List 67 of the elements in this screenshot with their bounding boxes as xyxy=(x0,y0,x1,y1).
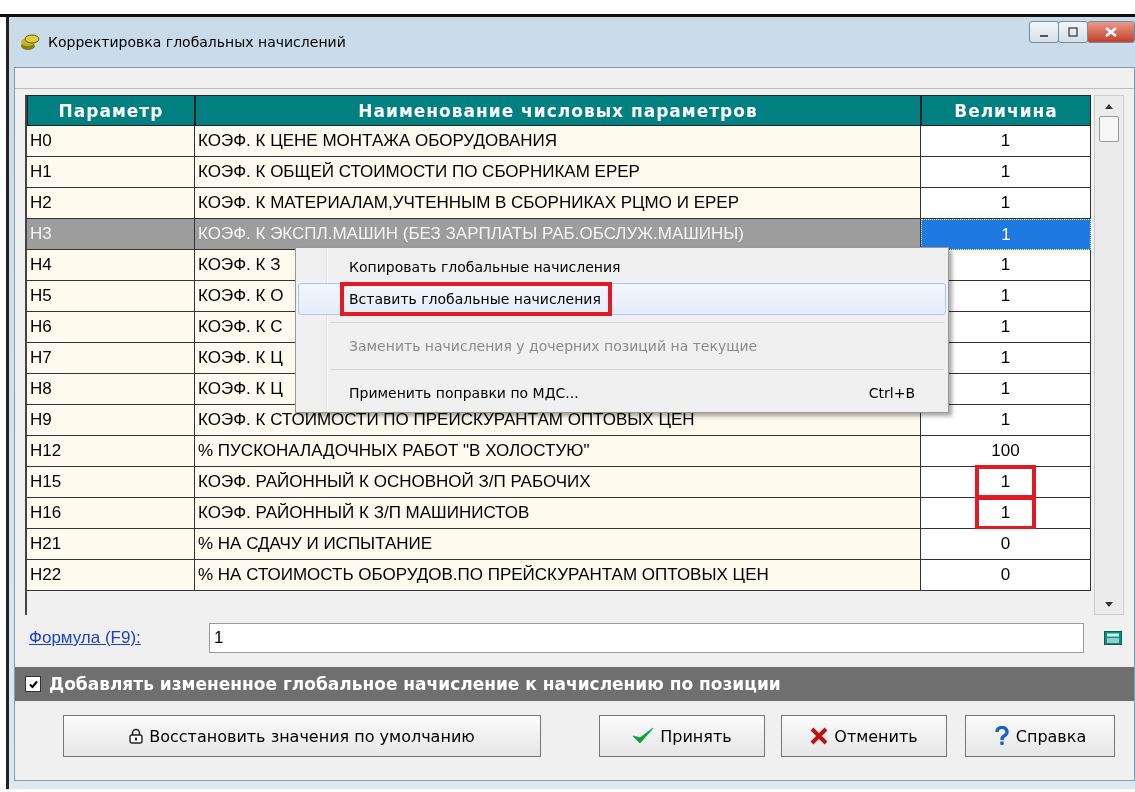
table-cell-value: 1 xyxy=(999,285,1012,307)
scrollbar-thumb[interactable] xyxy=(1099,116,1119,142)
question-mark-icon xyxy=(993,726,1010,746)
maximize-button[interactable] xyxy=(1058,21,1088,43)
table-cell: % НА СДАЧУ И ИСПЫТАНИЕ xyxy=(195,529,921,560)
cross-icon xyxy=(810,727,829,745)
table-cell: Н5 xyxy=(27,281,195,312)
table-cell: КОЭФ. РАЙОННЫЙ К ОСНОВНОЙ З/П РАБОЧИХ xyxy=(195,467,921,498)
column-header[interactable]: Величина xyxy=(921,95,1091,126)
up-arrow-icon[interactable] xyxy=(1105,103,1113,109)
close-icon xyxy=(1105,27,1117,37)
table-cell: Н22 xyxy=(27,560,195,591)
minimize-icon xyxy=(1040,35,1048,37)
restore-button[interactable]: Восстановить значения по умолчанию xyxy=(63,715,541,757)
menu-item[interactable]: Вставить глобальные начисления xyxy=(298,283,946,315)
table-cell-value: 100 xyxy=(990,440,1021,462)
table-cell-value: 1 xyxy=(978,500,1033,526)
column-header[interactable]: Параметр xyxy=(27,95,195,126)
calculator-icon[interactable] xyxy=(1104,631,1122,645)
maximize-icon xyxy=(1068,27,1078,37)
table-cell: Н1 xyxy=(27,157,195,188)
help-button[interactable]: Справка xyxy=(965,715,1115,757)
checkbox[interactable] xyxy=(25,676,41,692)
table-cell: КОЭФ. К МАТЕРИАЛАМ,УЧТЕННЫМ В СБОРНИКАХ РЦМО И ЕРЕР xyxy=(195,188,921,219)
table-cell: % ПУСКОНАЛАДОЧНЫХ РАБОТ "В ХОЛОСТУЮ" xyxy=(195,436,921,467)
close-button[interactable] xyxy=(1087,21,1135,43)
padlock-icon xyxy=(129,728,144,744)
table-cell: Н15 xyxy=(27,467,195,498)
table-cell-value: 1 xyxy=(999,378,1012,400)
table-cell: Н16 xyxy=(27,498,195,529)
table-cell: Н2 xyxy=(27,188,195,219)
coins-icon xyxy=(20,33,40,51)
checkmark-icon xyxy=(27,678,39,690)
scrollbar[interactable] xyxy=(1094,95,1124,615)
table-cell-value: 1 xyxy=(1000,223,1012,246)
table-cell: Н12 xyxy=(27,436,195,467)
table-cell-value: 1 xyxy=(999,254,1012,276)
table-cell: Н9 xyxy=(27,405,195,436)
table-cell: Н7 xyxy=(27,343,195,374)
cancel-button[interactable]: Отменить xyxy=(781,715,947,757)
window-title: Корректировка глобальных начислений xyxy=(48,34,346,50)
ok-button[interactable]: Принять xyxy=(599,715,765,757)
table-cell: Н6 xyxy=(27,312,195,343)
table-cell: КОЭФ. К ОБЩЕЙ СТОИМОСТИ ПО СБОРНИКАМ ЕРЕР xyxy=(195,157,921,188)
column-header[interactable]: Наименование числовых параметров xyxy=(195,95,921,126)
checkmark-icon xyxy=(632,727,655,745)
table-cell-value: 1 xyxy=(999,316,1012,338)
table-cell: Н4 xyxy=(27,250,195,281)
table-cell: Н21 xyxy=(27,529,195,560)
table-cell-value: 0 xyxy=(999,564,1012,586)
table-cell-value: 1 xyxy=(999,409,1012,431)
checkbox-label: Добавлять измененное глобальное начисление к начислению по позиции xyxy=(49,674,781,694)
table-cell-value: 1 xyxy=(999,192,1012,214)
table-cell: Н8 xyxy=(27,374,195,405)
table-cell-value: 1 xyxy=(999,161,1012,183)
table-cell: % НА СТОИМОСТЬ ОБОРУДОВ.ПО ПРЕЙСКУРАНТАМ ОПТОВЫХ ЦЕН xyxy=(195,560,921,591)
table-cell: Н3 xyxy=(27,219,195,250)
formula-link[interactable]: Формула (F9): xyxy=(29,628,209,648)
table-cell-value: 1 xyxy=(999,347,1012,369)
table-cell: КОЭФ. К ЦЕНЕ МОНТАЖА ОБОРУДОВАНИЯ xyxy=(195,126,921,157)
table-cell-value: 1 xyxy=(999,130,1012,152)
down-arrow-icon[interactable] xyxy=(1105,601,1113,607)
table-cell: Н0 xyxy=(27,126,195,157)
minimize-button[interactable] xyxy=(1029,21,1059,43)
table-cell-value: 0 xyxy=(999,533,1012,555)
formula-field[interactable]: 1 xyxy=(209,623,1084,653)
table-cell: КОЭФ. РАЙОННЫЙ К З/П МАШИНИСТОВ xyxy=(195,498,921,529)
